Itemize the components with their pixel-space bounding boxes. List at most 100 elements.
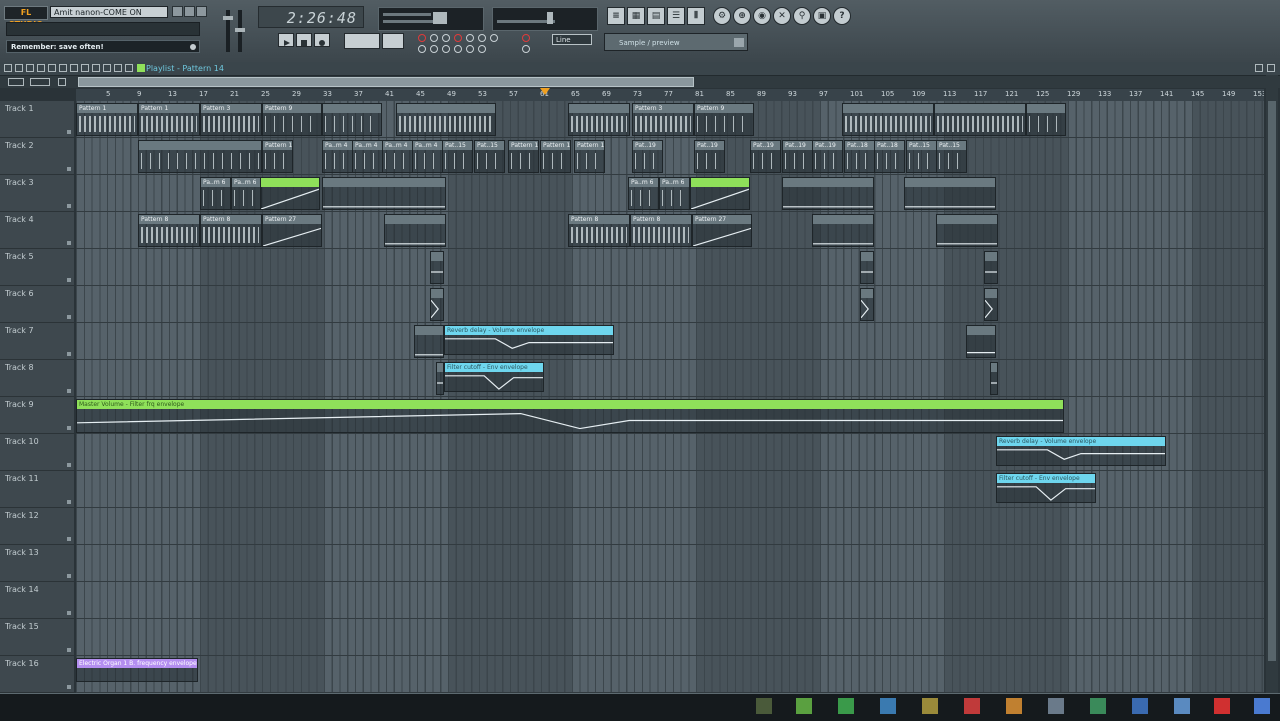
- automation-clip[interactable]: [430, 251, 444, 284]
- envelope-curve[interactable]: [437, 372, 443, 394]
- pattern-clip[interactable]: Pat..19: [694, 140, 725, 173]
- automation-clip[interactable]: [984, 288, 998, 321]
- typing-keyboard-button[interactable]: [418, 45, 426, 53]
- tempo-display[interactable]: [344, 33, 380, 49]
- envelope-curve[interactable]: [813, 224, 873, 246]
- zoom-tool-icon[interactable]: [92, 64, 100, 72]
- song-mode-button[interactable]: [466, 45, 474, 53]
- track-header[interactable]: Track 6: [0, 286, 74, 323]
- automation-clip[interactable]: Master Volume - Filter frq envelope: [76, 399, 1064, 433]
- automation-clip[interactable]: Pattern 27: [262, 214, 322, 247]
- track-mute-icon[interactable]: [67, 389, 71, 393]
- track-mute-icon[interactable]: [67, 648, 71, 652]
- track-header[interactable]: Track 4: [0, 212, 74, 249]
- pattern-clip[interactable]: Pat..19: [750, 140, 781, 173]
- stop-button[interactable]: [296, 33, 312, 47]
- tools-icon[interactable]: ✕: [773, 7, 791, 25]
- pattern-clip[interactable]: Electric Organ 1 B. frequency envelope: [76, 658, 198, 682]
- automation-clip[interactable]: [322, 177, 446, 210]
- envelope-curve[interactable]: [783, 187, 873, 209]
- automation-clip[interactable]: Filter cutoff - Env envelope: [996, 473, 1096, 503]
- playback-tool-icon[interactable]: [103, 64, 111, 72]
- automation-clip[interactable]: [690, 177, 750, 210]
- plugin-icon[interactable]: ⊕: [733, 7, 751, 25]
- overdub-button[interactable]: [490, 34, 498, 42]
- track-header[interactable]: Track 5: [0, 249, 74, 286]
- zoom-icon[interactable]: [30, 78, 50, 86]
- automation-clip[interactable]: [260, 177, 320, 210]
- pattern-clip[interactable]: Pa..m 6: [200, 177, 231, 210]
- track-mute-icon[interactable]: [67, 426, 71, 430]
- pattern-clip[interactable]: Pat..18: [844, 140, 875, 173]
- envelope-curve[interactable]: [985, 261, 997, 283]
- envelope-curve[interactable]: [445, 372, 543, 391]
- track-mute-icon[interactable]: [67, 611, 71, 615]
- automation-clip[interactable]: [812, 214, 874, 247]
- taskbar-app-icon[interactable]: [922, 698, 938, 714]
- pattern-selector[interactable]: Sample / preview: [604, 33, 748, 51]
- envelope-curve[interactable]: [997, 446, 1165, 465]
- undo-button[interactable]: [442, 45, 450, 53]
- vertical-scrollbar[interactable]: [1266, 75, 1278, 693]
- track-header[interactable]: Track 11: [0, 471, 74, 508]
- pattern-clip[interactable]: Pattern 10: [262, 140, 293, 173]
- taskbar-app-icon[interactable]: [1254, 698, 1270, 714]
- taskbar-app-icon[interactable]: [838, 698, 854, 714]
- automation-clip[interactable]: [936, 214, 998, 247]
- track-mute-icon[interactable]: [67, 130, 71, 134]
- pattern-clip[interactable]: Pattern 3: [200, 103, 262, 136]
- track-mute-icon[interactable]: [67, 537, 71, 541]
- pattern-clip[interactable]: [138, 140, 262, 173]
- envelope-curve[interactable]: [905, 187, 995, 209]
- pattern-clip[interactable]: Pat..19: [782, 140, 813, 173]
- pattern-clip[interactable]: Pattern 1: [76, 103, 138, 136]
- automation-clip[interactable]: [782, 177, 874, 210]
- envelope-curve[interactable]: [445, 335, 613, 354]
- automation-clip[interactable]: [966, 325, 996, 358]
- step-edit-button[interactable]: [454, 34, 462, 42]
- vertical-scrollbar-thumb[interactable]: [1268, 101, 1276, 661]
- envelope-curve[interactable]: [77, 409, 1063, 432]
- search-icon[interactable]: ⚲: [793, 7, 811, 25]
- track-mute-icon[interactable]: [67, 352, 71, 356]
- envelope-curve[interactable]: [691, 187, 749, 209]
- envelope-curve[interactable]: [991, 372, 997, 394]
- pattern-clip[interactable]: [934, 103, 1026, 136]
- taskbar-app-icon[interactable]: [1048, 698, 1064, 714]
- wait-input-button[interactable]: [430, 34, 438, 42]
- automation-clip[interactable]: [436, 362, 444, 395]
- blend-notes-button[interactable]: [466, 34, 474, 42]
- piano-roll-icon[interactable]: ▦: [627, 7, 645, 25]
- close-button[interactable]: [196, 6, 207, 17]
- pattern-clip[interactable]: Pattern 1: [138, 103, 200, 136]
- master-pitch-slider[interactable]: [235, 10, 245, 52]
- envelope-curve[interactable]: [431, 298, 443, 320]
- automation-clip[interactable]: Pattern 27: [692, 214, 752, 247]
- browser-icon[interactable]: ☰: [667, 7, 685, 25]
- automation-clip[interactable]: [384, 214, 446, 247]
- pattern-clip[interactable]: Pa..m 4: [382, 140, 413, 173]
- snap-tool-icon[interactable]: [114, 64, 122, 72]
- loop-record-button[interactable]: [478, 34, 486, 42]
- automation-clip[interactable]: [860, 288, 874, 321]
- draw-tool-icon[interactable]: [26, 64, 34, 72]
- countdown-button[interactable]: [442, 34, 450, 42]
- track-header[interactable]: Track 10: [0, 434, 74, 471]
- view-icon[interactable]: [15, 64, 23, 72]
- taskbar-app-icon[interactable]: [964, 698, 980, 714]
- auto-scroll-button[interactable]: [522, 45, 530, 53]
- pattern-clip[interactable]: Pattern 10: [574, 140, 605, 173]
- track-header[interactable]: Track 7: [0, 323, 74, 360]
- maximize-button[interactable]: [184, 6, 195, 17]
- step-sequencer-icon[interactable]: ▤: [647, 7, 665, 25]
- envelope-curve[interactable]: [997, 483, 1095, 502]
- envelope-curve[interactable]: [861, 298, 873, 320]
- taskbar-app-icon[interactable]: [796, 698, 812, 714]
- track-mute-icon[interactable]: [67, 204, 71, 208]
- track-mute-icon[interactable]: [67, 463, 71, 467]
- track-header[interactable]: Track 8: [0, 360, 74, 397]
- pattern-clip[interactable]: Pattern 8: [568, 214, 630, 247]
- track-header[interactable]: Track 13: [0, 545, 74, 582]
- automation-clip[interactable]: [414, 325, 444, 358]
- select-tool-icon[interactable]: [81, 64, 89, 72]
